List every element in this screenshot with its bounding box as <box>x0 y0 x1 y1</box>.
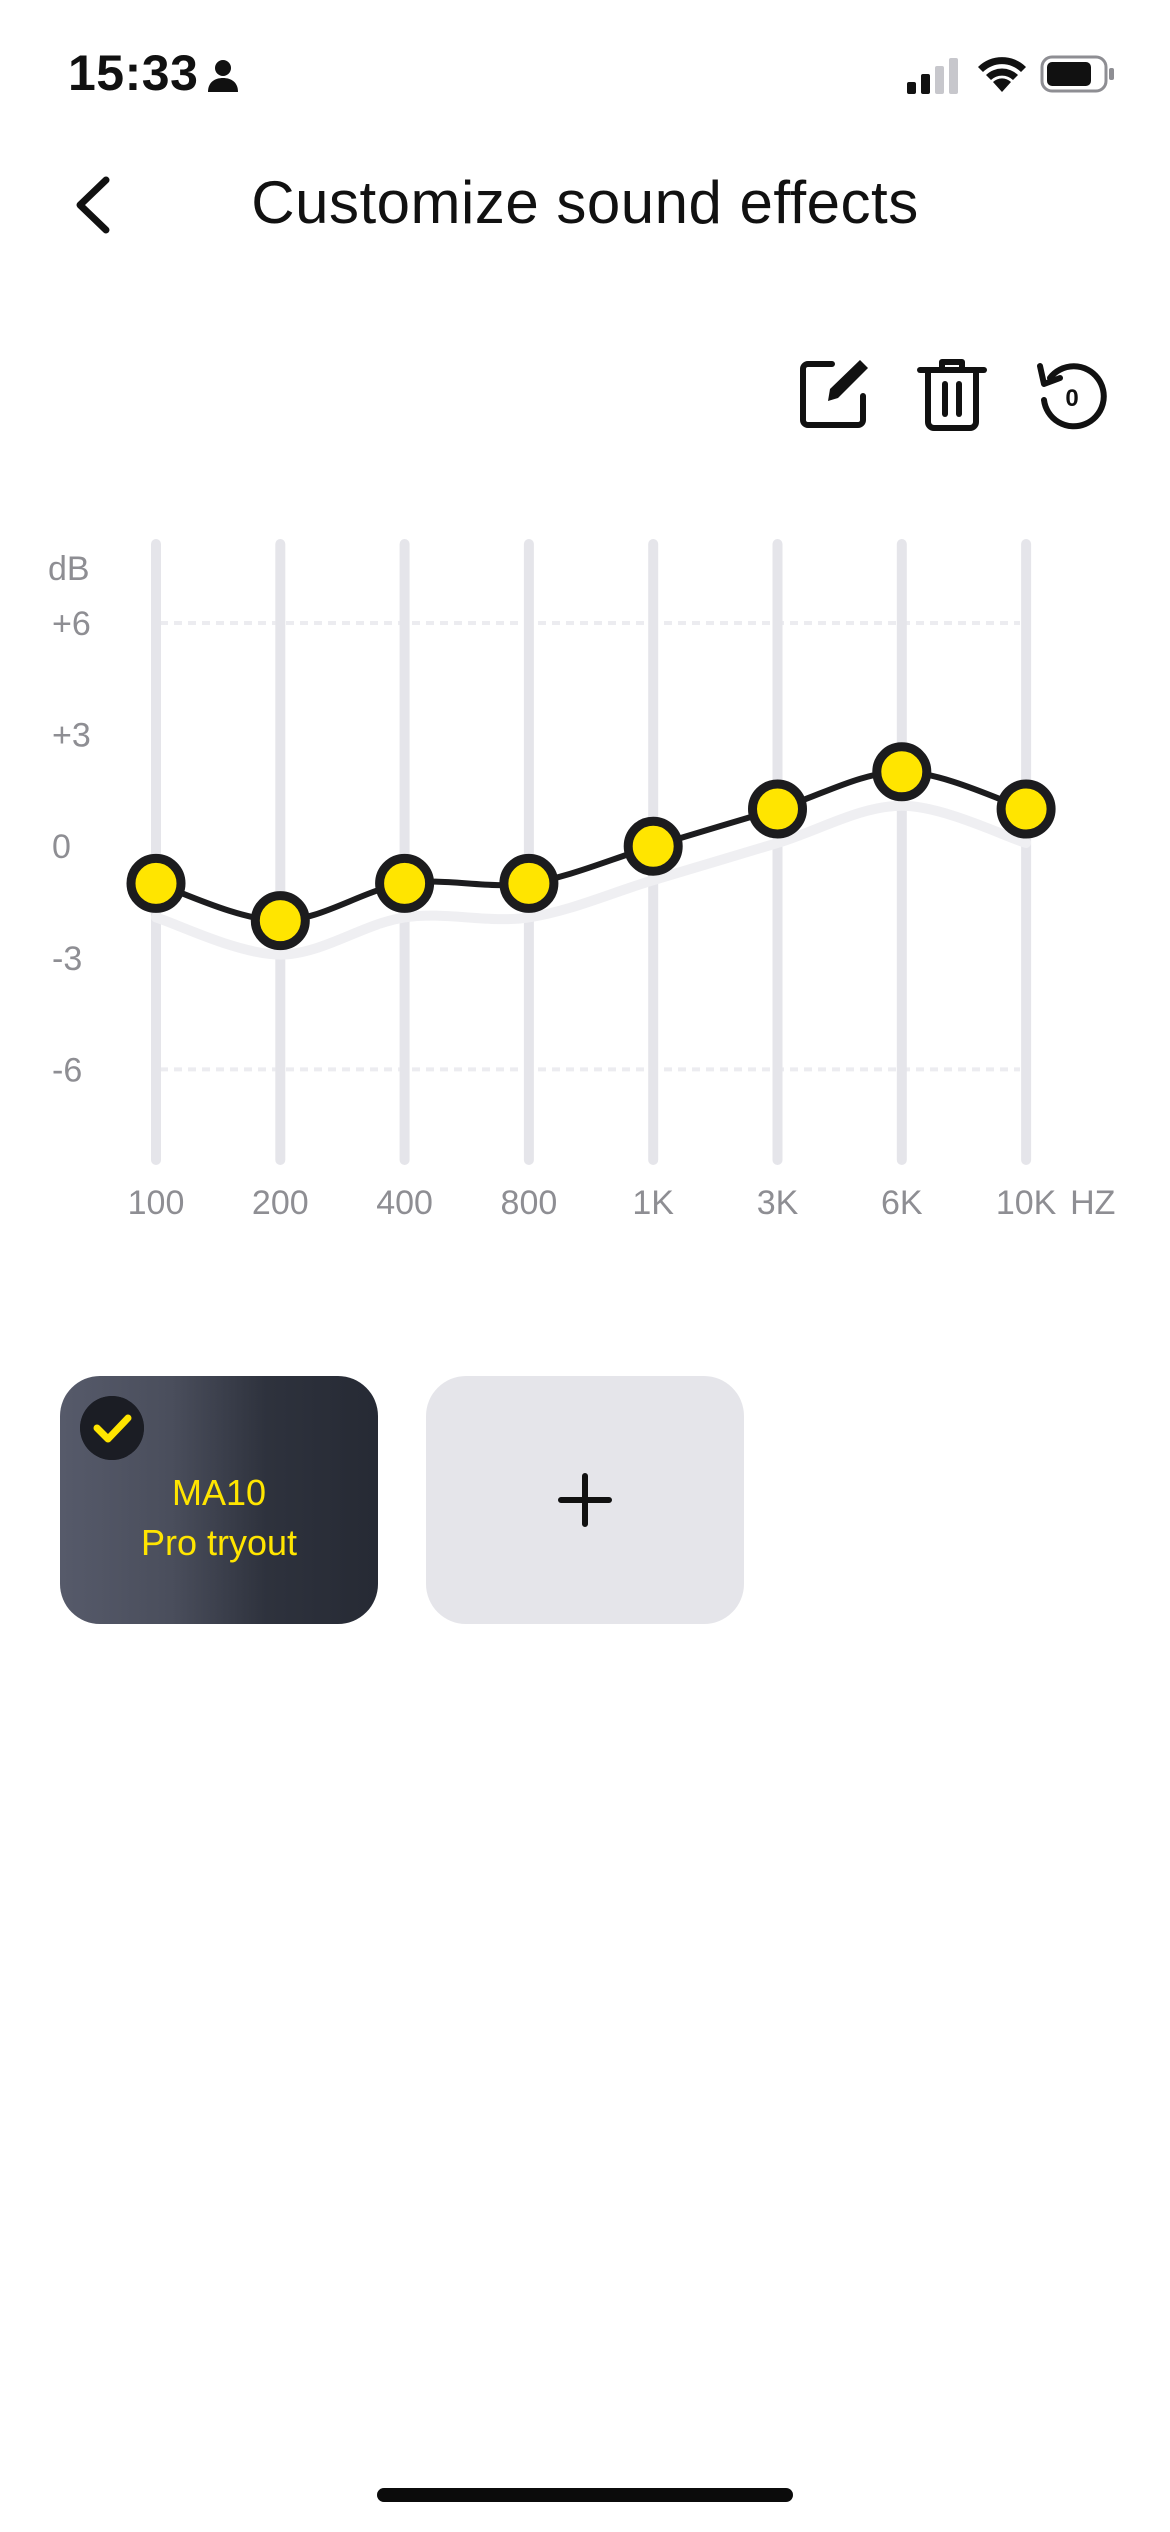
db-unit-label: dB <box>48 550 90 588</box>
home-indicator <box>377 2488 793 2502</box>
eq-x-tick: 6K <box>881 1184 923 1222</box>
eq-handle-400[interactable] <box>375 853 435 913</box>
preset-label-line2: Pro tryout <box>140 1522 298 1563</box>
eq-points <box>126 742 1056 951</box>
preset-label-line1: MA10 <box>171 1472 267 1513</box>
eq-grid <box>160 621 1020 1072</box>
eq-y-tick: +6 <box>52 605 91 643</box>
edit-button[interactable] <box>798 356 870 432</box>
eq-x-tick: 800 <box>501 1184 558 1222</box>
eq-x-ticks: 100 200 400 800 1K 3K 6K 10K HZ <box>128 1184 1116 1222</box>
person-icon <box>208 60 238 92</box>
eq-y-tick: -6 <box>52 1051 82 1089</box>
eq-y-ticks: +6 +3 0 -3 -6 <box>52 605 91 1089</box>
reset-icon: 0 <box>1037 363 1107 430</box>
edit-icon <box>800 360 868 428</box>
trash-icon <box>917 359 987 431</box>
status-bar: 15:33 <box>0 0 1170 150</box>
delete-button[interactable] <box>916 356 988 432</box>
eq-x-tick: 200 <box>252 1184 309 1222</box>
eq-x-tick: 10K <box>996 1184 1057 1222</box>
page-title: Customize sound effects <box>251 169 919 236</box>
eq-y-tick: +3 <box>52 717 91 755</box>
eq-y-tick: -3 <box>52 940 82 978</box>
eq-handle-100[interactable] <box>126 853 186 913</box>
preset-card-ma10-pro-tryout[interactable]: MA10 Pro tryout <box>60 1376 378 1624</box>
eq-x-unit: HZ <box>1070 1184 1115 1222</box>
equalizer-chart: dB +6 +3 0 -3 -6 100 200 400 800 1K 3K 6K 10K HZ <box>48 539 1116 1222</box>
eq-x-tick: 400 <box>376 1184 433 1222</box>
status-time: 15:33 <box>68 45 199 101</box>
eq-handle-1K[interactable] <box>623 816 683 876</box>
eq-x-tick: 100 <box>128 1184 185 1222</box>
wifi-icon <box>978 57 1026 92</box>
cellular-signal-icon <box>907 58 958 94</box>
reset-badge: 0 <box>1065 385 1078 412</box>
eq-handle-3K[interactable] <box>748 779 807 839</box>
eq-handle-6K[interactable] <box>872 742 932 802</box>
plus-icon <box>558 1473 612 1527</box>
preset-label: MA10 Pro tryout <box>60 1468 378 1568</box>
eq-y-tick: 0 <box>52 828 71 866</box>
eq-handle-200[interactable] <box>250 891 310 951</box>
eq-x-tick: 3K <box>757 1184 799 1222</box>
battery-icon <box>1040 55 1114 93</box>
eq-x-tick: 1K <box>632 1184 674 1222</box>
eq-handle-10K[interactable] <box>996 779 1056 839</box>
reset-button[interactable]: 0 <box>1036 356 1108 432</box>
add-preset-button[interactable] <box>426 1376 744 1624</box>
eq-handle-800[interactable] <box>499 853 559 913</box>
checkmark-icon <box>80 1396 144 1460</box>
